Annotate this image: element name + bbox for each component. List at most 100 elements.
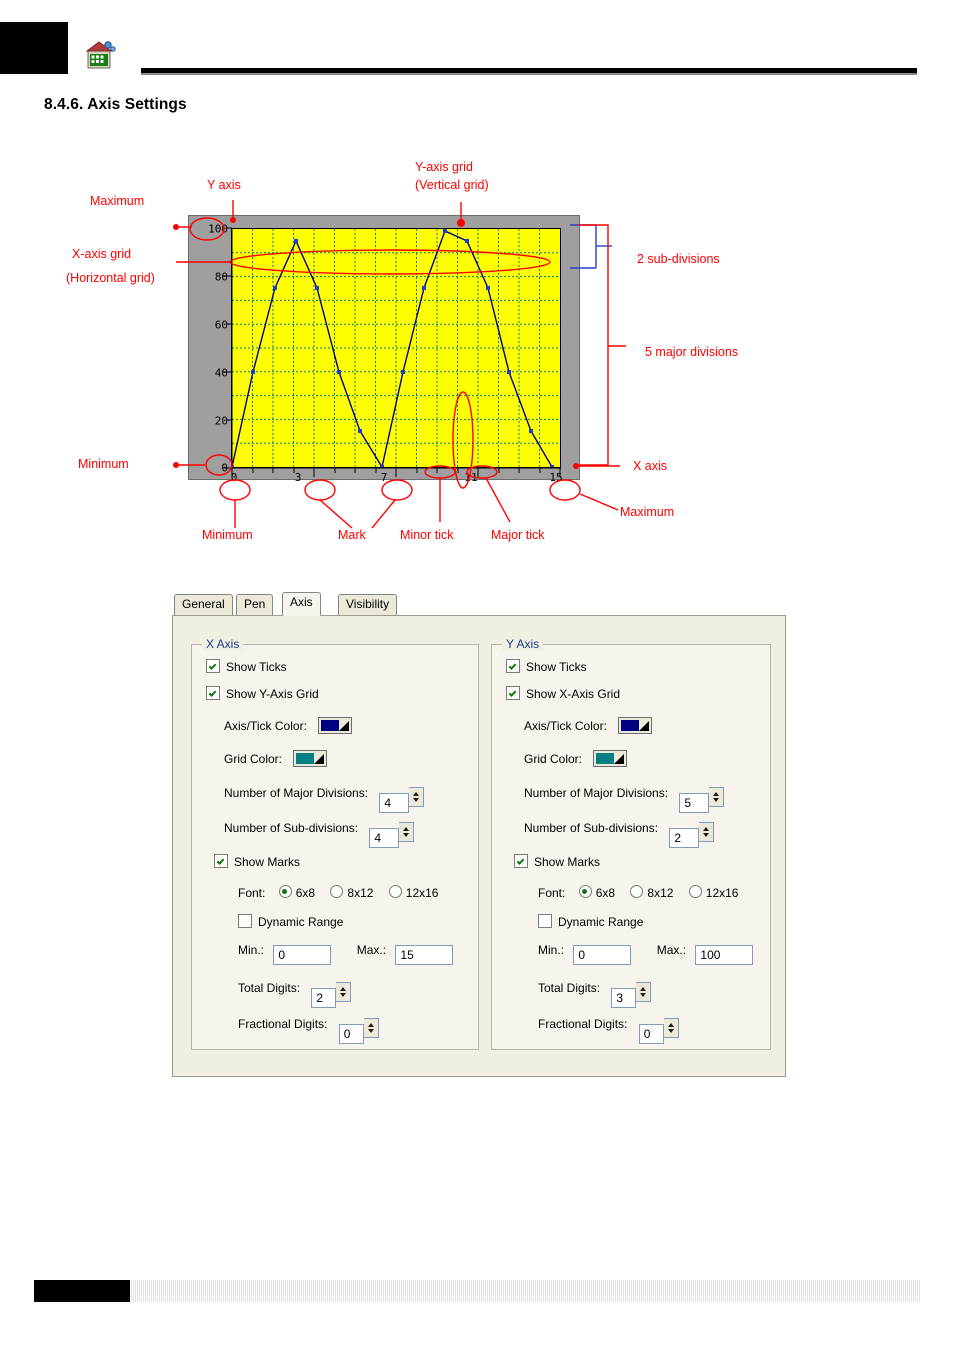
y-min-max-row: Min.: 0 Max.: 100 [538,943,754,965]
y-total-digits-spin-buttons[interactable] [636,982,652,1002]
x-fractional-digits-input[interactable]: 0 [338,1024,364,1044]
x-axis-tick-color-row: Axis/Tick Color: [224,717,353,734]
checkbox-box [506,686,520,700]
y-major-divisions-label: Number of Major Divisions: [524,786,669,800]
header-black-block [0,22,68,74]
y-font-option-12x16[interactable]: 12x16 [688,885,739,900]
y-show-marks-checkbox[interactable]: Show Marks [514,854,600,869]
x-show-ticks-checkbox[interactable]: Show Ticks [206,659,287,674]
x-font-option-6x8[interactable]: 6x8 [278,885,315,900]
y-font-option-12x16-label: 12x16 [705,886,739,900]
checkbox-box [214,854,228,868]
y-total-digits-stepper[interactable]: 3 [611,982,652,1008]
x-show-marks-checkbox[interactable]: Show Marks [214,854,300,869]
y-axis-group: Y Axis Show Ticks Show X-Axis Grid Axis/… [491,637,771,1050]
x-axis-tick-color-button[interactable] [318,717,353,734]
y-axis-group-title: Y Axis [502,637,544,651]
app-logo-icon [84,40,116,70]
annotation-y-axis-grid-line1: Y-axis grid [415,160,473,174]
x-show-grid-checkbox[interactable]: Show Y-Axis Grid [206,686,319,701]
x-grid-color-label: Grid Color: [224,752,283,766]
y-sub-divisions-spin-buttons[interactable] [699,822,715,842]
y-grid-color-label: Grid Color: [524,752,583,766]
x-max-input[interactable]: 15 [395,945,454,965]
tab-general[interactable]: General [174,594,233,615]
annotation-overlay [173,200,626,529]
x-show-marks-label: Show Marks [234,855,301,869]
y-show-ticks-label: Show Ticks [526,660,587,674]
radio-dot [330,885,344,898]
x-min-input[interactable]: 0 [273,945,332,965]
y-dynamic-range-label: Dynamic Range [558,915,644,929]
x-sub-divisions-label: Number of Sub-divisions: [224,821,359,835]
y-sub-divisions-label: Number of Sub-divisions: [524,821,659,835]
x-sub-divisions-input[interactable]: 4 [369,828,400,848]
x-grid-color-button[interactable] [293,750,328,767]
y-major-divisions-stepper[interactable]: 5 [679,787,725,813]
y-show-grid-checkbox[interactable]: Show X-Axis Grid [506,686,620,701]
x-major-divisions-input[interactable]: 4 [379,793,410,813]
x-sub-divisions-spin-buttons[interactable] [399,822,415,842]
x-fractional-digits-row: Fractional Digits: 0 [238,1017,379,1044]
annotation-x-axis: X axis [633,459,668,473]
y-fractional-digits-stepper[interactable]: 0 [638,1018,679,1044]
y-fractional-digits-input[interactable]: 0 [638,1024,664,1044]
y-max-input[interactable]: 100 [695,945,754,965]
y-min-label: Min.: [538,943,565,957]
axis-settings-diagram: 100 80 60 40 20 0 0 3 7 11 15 Maximum Mi… [0,150,954,560]
x-font-option-8x12[interactable]: 8x12 [330,885,374,900]
annotation-minor-tick: Minor tick [400,528,454,542]
x-font-option-8x12-label: 8x12 [347,886,374,900]
y-font-option-6x8[interactable]: 6x8 [578,885,616,900]
x-total-digits-input[interactable]: 2 [311,988,337,1008]
y-show-ticks-checkbox[interactable]: Show Ticks [506,659,587,674]
x-axis-group-title: X Axis [202,637,244,651]
y-font-label: Font: [538,886,566,900]
radio-dot [578,885,592,898]
footer-bar [130,1280,920,1302]
x-total-digits-spin-buttons[interactable] [336,982,352,1002]
x-axis-tick-color-label: Axis/Tick Color: [224,719,307,733]
y-major-divisions-spin-buttons[interactable] [709,787,725,807]
x-fractional-digits-stepper[interactable]: 0 [338,1018,379,1044]
y-dynamic-range-checkbox[interactable]: Dynamic Range [538,914,643,929]
x-dynamic-range-checkbox[interactable]: Dynamic Range [238,914,343,929]
x-font-option-12x16[interactable]: 12x16 [388,885,438,900]
y-sub-divisions-stepper[interactable]: 2 [669,822,715,848]
y-font-option-8x12-label: 8x12 [647,886,674,900]
y-font-row: Font: 6x8 8x12 12x16 [538,885,738,900]
x-major-divisions-spin-buttons[interactable] [409,787,425,807]
annotation-maximum-x: Maximum [620,505,675,519]
y-total-digits-input[interactable]: 3 [611,988,637,1008]
x-total-digits-stepper[interactable]: 2 [311,982,352,1008]
x-fractional-digits-spin-buttons[interactable] [363,1018,379,1038]
x-show-ticks-label: Show Ticks [226,660,287,674]
annotation-y-axis: Y axis [207,178,241,192]
y-sub-divisions-input[interactable]: 2 [669,828,700,848]
x-grid-color-row: Grid Color: [224,750,328,767]
page-title: 8.4.6. Axis Settings [44,96,187,113]
tab-strip: General Pen Axis Visibility [172,592,786,616]
x-major-divisions-stepper[interactable]: 4 [379,787,425,813]
y-font-option-6x8-label: 6x8 [595,886,616,900]
y-grid-color-button[interactable] [593,750,628,767]
checkbox-box [506,659,520,673]
x-font-row: Font: 6x8 8x12 12x16 [238,885,438,900]
axis-settings-dialog: General Pen Axis Visibility X Axis Show … [172,592,786,1077]
annotation-y-axis-grid-line2: (Vertical grid) [415,178,489,192]
annotation-x-axis-grid-line2: (Horizontal grid) [66,271,155,285]
x-major-divisions-label: Number of Major Divisions: [224,786,369,800]
x-sub-divisions-stepper[interactable]: 4 [369,822,415,848]
tab-axis[interactable]: Axis [282,592,321,616]
annotation-minimum-x: Minimum [202,528,253,542]
radio-dot [688,885,702,898]
annotation-x-axis-grid-line1: X-axis grid [72,247,132,261]
y-font-option-8x12[interactable]: 8x12 [630,885,674,900]
y-axis-tick-color-button[interactable] [618,717,653,734]
y-min-input[interactable]: 0 [573,945,632,965]
x-dynamic-range-label: Dynamic Range [258,915,344,929]
tab-visibility[interactable]: Visibility [338,594,398,615]
y-fractional-digits-spin-buttons[interactable] [663,1018,679,1038]
y-major-divisions-input[interactable]: 5 [679,793,710,813]
tab-pen[interactable]: Pen [236,594,274,615]
